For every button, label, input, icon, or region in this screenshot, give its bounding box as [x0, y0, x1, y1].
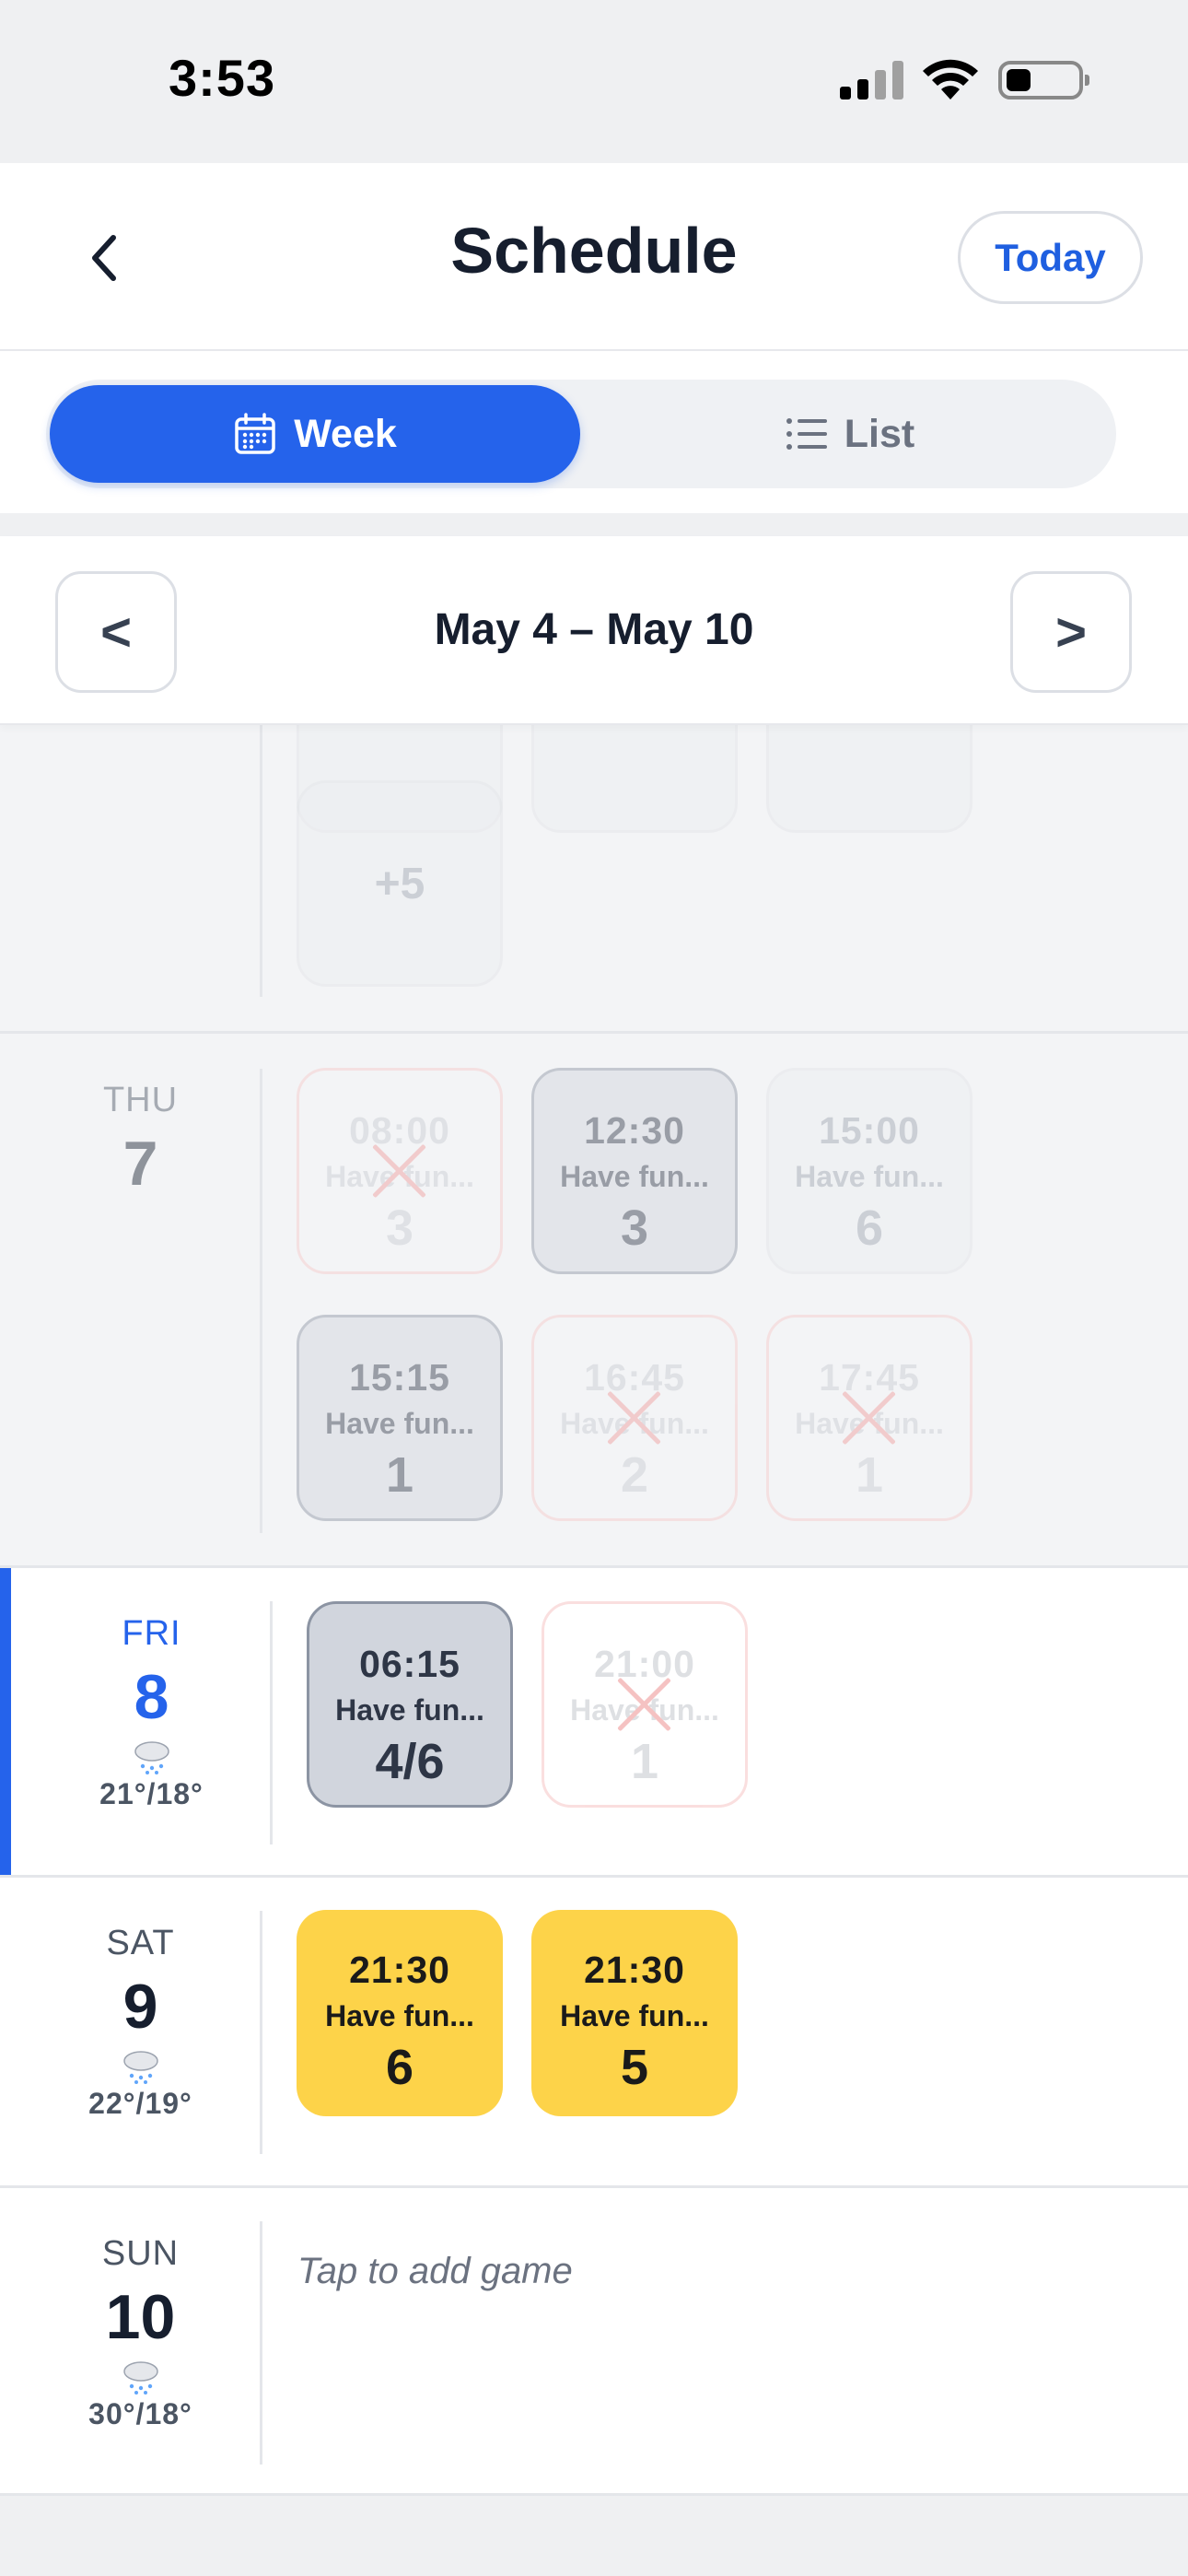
- day-label: FRI 8 21°/18°: [11, 1614, 292, 1811]
- game-time: 12:30: [584, 1109, 685, 1152]
- game-time: 21:30: [584, 1949, 685, 1991]
- add-game-prompt[interactable]: Tap to add game: [297, 2251, 573, 2292]
- day-label: THU 7: [0, 1081, 281, 1200]
- day-divider: [260, 1911, 262, 2154]
- game-title: Have fun...: [560, 1160, 709, 1193]
- list-view-label: List: [844, 411, 915, 456]
- game-title: Have fun...: [335, 1693, 484, 1727]
- game-player-count: 6: [385, 2040, 414, 2095]
- game-slot-cancelled[interactable]: 08:00 Have fun... 3: [297, 1068, 503, 1274]
- cancelled-x-icon: [369, 1141, 430, 1201]
- day-number: 10: [105, 2282, 176, 2352]
- next-week-button[interactable]: >: [1010, 571, 1132, 693]
- temperature-range: 21°/18°: [99, 1777, 204, 1810]
- day-divider: [260, 700, 262, 997]
- day-label: SUN 10 30°/18°: [0, 2234, 281, 2431]
- day-row-sun: SUN 10 30°/18° Tap to add game: [0, 2188, 1188, 2496]
- game-player-count: 1: [630, 1734, 659, 1789]
- rain-snow-cloud-icon: [122, 2361, 158, 2395]
- view-toggle: Week List: [46, 380, 1116, 488]
- current-day-indicator: [0, 1568, 11, 1875]
- game-slot[interactable]: 06:15 Have fun... 4/6: [307, 1601, 513, 1808]
- game-player-count: 1: [385, 1447, 414, 1503]
- game-slot[interactable]: 15:00 Have fun... 6: [766, 1068, 973, 1274]
- game-player-count: 6: [855, 1200, 884, 1256]
- day-name: THU: [102, 1081, 179, 1119]
- game-title: Have fun...: [325, 1999, 474, 2032]
- game-slot-cancelled[interactable]: 21:00 Have fun... 1: [542, 1601, 748, 1808]
- game-time: 06:15: [359, 1643, 460, 1685]
- day-number: 8: [134, 1662, 169, 1732]
- cancelled-x-icon: [614, 1674, 675, 1735]
- game-title: Have fun...: [795, 1160, 944, 1193]
- game-player-count: 5: [620, 2040, 649, 2095]
- day-divider: [260, 1069, 262, 1533]
- calendar-icon: [235, 413, 275, 454]
- game-time: 15:00: [819, 1109, 920, 1152]
- day-name: FRI: [122, 1614, 181, 1653]
- game-time: 21:30: [349, 1949, 450, 1991]
- week-view-tab[interactable]: Week: [50, 385, 580, 483]
- today-button[interactable]: Today: [958, 211, 1143, 304]
- wifi-icon: [923, 59, 978, 100]
- day-number: 9: [122, 1972, 158, 2042]
- day-row-wed: +5: [0, 626, 1188, 1034]
- game-player-count: 4/6: [375, 1734, 445, 1789]
- day-label: SAT 9 22°/19°: [0, 1924, 281, 2121]
- game-title: Have fun...: [325, 1407, 474, 1440]
- game-title: Have fun...: [560, 1999, 709, 2032]
- week-navigator: < May 4 – May 10 >: [0, 536, 1188, 725]
- day-name: SAT: [106, 1924, 175, 1962]
- list-view-tab[interactable]: List: [589, 385, 1111, 483]
- game-slot-open[interactable]: 21:30 Have fun... 6: [297, 1910, 503, 2116]
- cancelled-x-icon: [604, 1388, 665, 1448]
- week-view-label: Week: [294, 411, 397, 456]
- game-slot-cancelled[interactable]: 17:45 Have fun... 1: [766, 1315, 973, 1521]
- day-row-sat: SAT 9 22°/19° 21:30 Have fun... 6 21:30 …: [0, 1878, 1188, 2188]
- more-games-button[interactable]: +5: [297, 780, 503, 987]
- cancelled-x-icon: [839, 1388, 900, 1448]
- temperature-range: 22°/19°: [88, 2087, 192, 2120]
- status-bar: 3:53: [0, 0, 1188, 163]
- list-icon: [786, 418, 827, 450]
- status-time: 3:53: [169, 49, 276, 107]
- battery-icon: [998, 61, 1089, 100]
- game-player-count: 1: [855, 1447, 884, 1503]
- app-header: Schedule Today: [0, 163, 1188, 351]
- day-number: 7: [122, 1129, 158, 1199]
- rain-snow-cloud-icon: [134, 1741, 169, 1774]
- chevron-left-icon: [92, 235, 116, 281]
- game-slot-open[interactable]: 21:30 Have fun... 5: [531, 1910, 738, 2116]
- cellular-signal-icon: [840, 61, 904, 100]
- game-time: 15:15: [349, 1356, 450, 1399]
- game-player-count: 2: [620, 1447, 649, 1503]
- game-slot[interactable]: 12:30 Have fun... 3: [531, 1068, 738, 1274]
- day-name: SUN: [101, 2234, 180, 2273]
- temperature-range: 30°/18°: [88, 2397, 192, 2430]
- game-player-count: 3: [385, 1200, 414, 1256]
- game-slot-cancelled[interactable]: 16:45 Have fun... 2: [531, 1315, 738, 1521]
- rain-snow-cloud-icon: [122, 2051, 158, 2084]
- game-slot[interactable]: 15:15 Have fun... 1: [297, 1315, 503, 1521]
- day-row-thu: THU 7 08:00 Have fun... 3 12:30 Have fun…: [0, 1034, 1188, 1568]
- view-toggle-bar: Week List: [0, 351, 1188, 513]
- back-button[interactable]: [81, 226, 127, 290]
- day-divider: [270, 1601, 273, 1844]
- previous-week-button[interactable]: <: [55, 571, 177, 693]
- day-divider: [260, 2221, 262, 2465]
- day-row-fri: FRI 8 21°/18° 06:15 Have fun... 4/6 21:0…: [0, 1568, 1188, 1878]
- game-player-count: 3: [620, 1200, 649, 1256]
